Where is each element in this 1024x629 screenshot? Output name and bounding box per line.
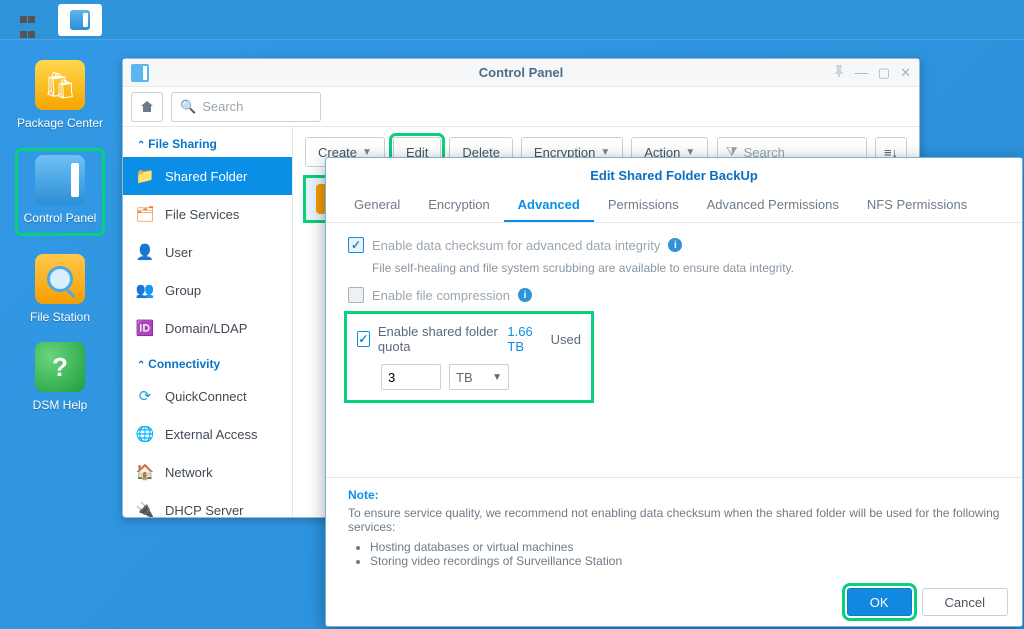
search-placeholder: Search (202, 99, 243, 114)
tab-general[interactable]: General (340, 189, 414, 222)
tab-permissions[interactable]: Permissions (594, 189, 693, 222)
quota-used-label: Used (551, 332, 581, 347)
network-icon: 🏠 (135, 462, 155, 482)
dhcp-icon: 🔌 (135, 500, 155, 517)
window-title: Control Panel (479, 65, 564, 80)
sidebar-item-network[interactable]: 🏠Network (123, 453, 292, 491)
caret-down-icon: ▼ (685, 147, 695, 158)
group-icon: 👥 (135, 280, 155, 300)
home-button[interactable] (131, 92, 163, 122)
tab-advanced-permissions[interactable]: Advanced Permissions (693, 189, 853, 222)
note-text: To ensure service quality, we recommend … (348, 506, 1000, 534)
maximize-icon[interactable]: ▢ (878, 65, 890, 81)
info-icon[interactable]: i (518, 288, 532, 302)
quickconnect-icon: ⟳ (135, 386, 155, 406)
sidebar-item-external-access[interactable]: 🌐External Access (123, 415, 292, 453)
label-file-compression: Enable file compression (372, 288, 510, 303)
edit-shared-folder-modal: Edit Shared Folder BackUp General Encryp… (325, 157, 1023, 627)
info-icon[interactable]: i (668, 238, 682, 252)
desktop-file-station[interactable]: File Station (15, 254, 105, 324)
control-panel-icon (70, 10, 90, 30)
domain-icon: 🆔 (135, 318, 155, 338)
modal-title: Edit Shared Folder BackUp (326, 158, 1022, 189)
sidebar-item-dhcp-server[interactable]: 🔌DHCP Server (123, 491, 292, 517)
checkbox-file-compression[interactable] (348, 287, 364, 303)
cancel-button[interactable]: Cancel (922, 588, 1008, 616)
quota-highlight-box: Enable shared folder quota 1.66 TB Used … (344, 311, 594, 403)
checkbox-shared-folder-quota[interactable] (357, 331, 370, 347)
modal-tabs: General Encryption Advanced Permissions … (326, 189, 1022, 223)
sidebar-item-domain-ldap[interactable]: 🆔Domain/LDAP (123, 309, 292, 347)
file-icon: 🗂 (135, 204, 155, 224)
titlebar[interactable]: Control Panel — ▢ ✕ (123, 59, 919, 87)
label-data-checksum: Enable data checksum for advanced data i… (372, 238, 660, 253)
minimize-icon[interactable]: — (855, 65, 868, 81)
quota-value-input[interactable] (381, 364, 441, 390)
share-icon: 📁 (135, 166, 155, 186)
caret-down-icon: ▼ (492, 372, 502, 383)
globe-icon: 🌐 (135, 424, 155, 444)
control-panel-icon (35, 155, 85, 205)
desktop-package-center[interactable]: 🛍 Package Center (15, 60, 105, 130)
label: DSM Help (33, 398, 88, 412)
search-toolbar: 🔍 Search (123, 87, 919, 127)
pin-icon[interactable] (833, 65, 845, 81)
tab-nfs-permissions[interactable]: NFS Permissions (853, 189, 981, 222)
home-icon (139, 99, 155, 115)
note-bullet: Storing video recordings of Surveillance… (370, 554, 1000, 568)
window-app-icon (131, 64, 149, 82)
desktop-area: 🛍 Package Center Control Panel File Stat… (0, 40, 120, 412)
quota-used-value: 1.66 TB (507, 324, 542, 354)
tab-advanced[interactable]: Advanced (504, 189, 594, 222)
sidebar-item-quickconnect[interactable]: ⟳QuickConnect (123, 377, 292, 415)
modal-footer: OK Cancel (326, 578, 1022, 626)
label: Control Panel (24, 211, 97, 225)
sidebar-item-group[interactable]: 👥Group (123, 271, 292, 309)
sidebar-item-user[interactable]: 👤User (123, 233, 292, 271)
user-icon: 👤 (135, 242, 155, 262)
label-shared-folder-quota: Enable shared folder quota (378, 324, 500, 354)
sidebar-search[interactable]: 🔍 Search (171, 92, 321, 122)
folder-search-icon (35, 254, 85, 304)
caret-down-icon: ▼ (600, 147, 610, 158)
search-icon: 🔍 (180, 99, 196, 115)
desktop-dsm-help[interactable]: ? DSM Help (15, 342, 105, 412)
label: File Station (30, 310, 90, 324)
note-bullet: Hosting databases or virtual machines (370, 540, 1000, 554)
quota-unit-select[interactable]: TB▼ (449, 364, 509, 390)
show-desktop-button[interactable] (6, 4, 50, 36)
section-file-sharing[interactable]: File Sharing (123, 127, 292, 157)
ok-button[interactable]: OK (847, 588, 912, 616)
taskbar-item-control-panel[interactable] (58, 4, 102, 36)
note-area: Note: To ensure service quality, we reco… (326, 477, 1022, 578)
section-connectivity[interactable]: Connectivity (123, 347, 292, 377)
desktop-control-panel[interactable]: Control Panel (15, 148, 105, 236)
checksum-help-text: File self-healing and file system scrubb… (372, 261, 1000, 275)
tab-encryption[interactable]: Encryption (414, 189, 503, 222)
taskbar (0, 0, 1024, 40)
label: Package Center (17, 116, 103, 130)
sidebar-item-file-services[interactable]: 🗂File Services (123, 195, 292, 233)
help-icon: ? (35, 342, 85, 392)
caret-down-icon: ▼ (362, 147, 372, 158)
checkbox-data-checksum[interactable] (348, 237, 364, 253)
note-title: Note: (348, 488, 1000, 502)
modal-body: Enable data checksum for advanced data i… (326, 223, 1022, 477)
sidebar: File Sharing 📁Shared Folder 🗂File Servic… (123, 127, 293, 517)
bag-icon: 🛍 (35, 60, 85, 110)
sidebar-item-shared-folder[interactable]: 📁Shared Folder (123, 157, 292, 195)
close-icon[interactable]: ✕ (900, 65, 911, 81)
